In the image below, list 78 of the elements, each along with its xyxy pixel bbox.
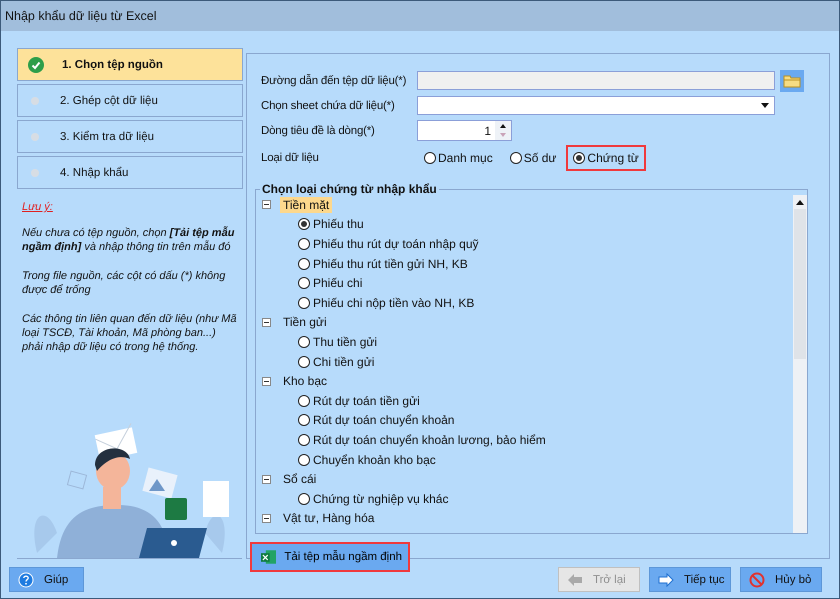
radio-button[interactable] [298,258,310,270]
radio-button[interactable] [298,434,310,446]
tree-item[interactable]: Chuyển khoản kho bạc [262,450,791,470]
field-label: Chọn sheet chứa dữ liệu(*) [261,100,396,112]
note-text: Trong file nguồn, các cột có dấu (*) không được để trống [22,269,226,297]
folder-icon [783,74,801,88]
radio-button[interactable] [424,152,436,164]
download-template-button[interactable]: Tải tệp mẫu ngầm định [250,542,410,572]
tree-item[interactable]: Phiếu thu rút tiền gửi NH, KB [262,254,791,274]
note-text: Các thông tin liên quan đến dữ liệu (như Mã loại TSCĐ, Tài khoản, Mã phòng ban...) phải nhập dữ liệu có trong hệ thống. [22,312,237,354]
tree-item[interactable]: Phiếu chi nộp tiền vào NH, KB [262,292,791,313]
file-path-field[interactable] [417,71,775,90]
radio-label: Số dư [524,151,556,165]
radio-button[interactable] [298,296,310,309]
collapse-icon[interactable] [262,376,271,386]
collapse-icon[interactable] [262,200,271,210]
field-label: Dòng tiêu đề là dòng(*) [261,124,376,136]
collapse-icon[interactable] [262,514,271,523]
radio-option[interactable]: Chứng từ [566,145,646,171]
note-title: Lưu ý: [22,200,53,214]
tree-group[interactable]: Kho bạc [280,373,330,390]
excel-icon [261,550,276,564]
window-title: Nhập khẩu dữ liệu từ Excel [5,9,157,23]
step-item[interactable]: 2. Ghép cột dữ liệu [17,84,243,117]
radio-button[interactable] [298,492,310,505]
tree-item[interactable]: Chứng từ nghiệp vụ khác [262,488,791,508]
radio-label: Danh mục [438,151,493,165]
radio-button[interactable] [298,277,310,290]
radio-button[interactable] [510,152,522,164]
cancel-icon [749,572,765,588]
scroll-up-icon[interactable] [796,200,804,204]
step-dot-icon [31,96,39,104]
radio-button[interactable] [298,238,310,250]
dropdown-arrow-icon [761,103,769,108]
header-row-spinner[interactable]: 1 [417,120,512,141]
field-label: Loại dữ liệu [261,152,320,164]
check-icon [28,56,44,72]
radio-button[interactable] [298,218,310,230]
tree-group[interactable]: Vật tư, Hàng hóa [280,510,378,526]
radio-button[interactable] [298,414,310,426]
tree-item[interactable]: Rút dự toán tiền gửi [262,390,791,411]
step-dot-icon [31,168,39,176]
tree-item[interactable]: Thu tiền gửi [262,332,791,352]
tree-item[interactable]: Rút dự toán chuyển khoản [262,410,791,430]
radio-button[interactable] [298,394,310,407]
radio-option[interactable]: Danh mục [417,145,500,171]
tree-item[interactable]: Phiếu chi [262,273,791,293]
help-button[interactable]: Giúp [9,567,84,592]
tree-item[interactable]: Chi tiền gửi [262,352,791,372]
step-dot-icon [31,132,39,140]
radio-button[interactable] [298,356,310,368]
next-button[interactable]: Tiếp tục [649,567,731,592]
radio-label: Chứng từ [587,151,639,165]
collapse-icon[interactable] [262,474,271,484]
left-arrow-icon [567,572,583,588]
radio-option[interactable]: Số dư [502,145,564,171]
tree-item[interactable]: Phiếu thu [262,214,791,234]
spin-up-icon[interactable] [500,124,506,128]
radio-button[interactable] [573,152,586,164]
sheet-dropdown[interactable] [417,96,775,115]
step-item[interactable]: 3. Kiểm tra dữ liệu [17,120,243,153]
radio-button[interactable] [298,454,310,466]
field-label: Đường dẫn đến tệp dữ liệu(*) [261,74,408,86]
collapse-icon[interactable] [262,318,271,327]
help-icon [18,572,34,588]
step-item[interactable]: 1. Chọn tệp nguồn [17,48,243,81]
tree-item[interactable]: Rút dự toán chuyển khoản lương, bảo hiểm [262,430,791,450]
cancel-button[interactable]: Hủy bỏ [740,567,822,592]
tree-group[interactable]: Tiền mặt [280,196,332,213]
tree-item[interactable]: Phiếu thu rút dự toán nhập quỹ [262,234,791,254]
tree-group[interactable]: Sổ cái [280,471,320,488]
tree-group[interactable]: Tiền gửi [280,314,330,330]
scrollbar[interactable] [793,195,807,533]
step-item[interactable]: 4. Nhập khẩu [17,156,243,189]
right-arrow-icon [658,572,674,588]
note-text: Nếu chưa có tệp nguồn, chọn [Tải tệp mẫu ngầm định] và nhập thông tin trên mẫu đó [22,226,236,254]
radio-button[interactable] [298,336,310,348]
group-title: Chọn loại chứng từ nhập khẩu [260,182,439,196]
